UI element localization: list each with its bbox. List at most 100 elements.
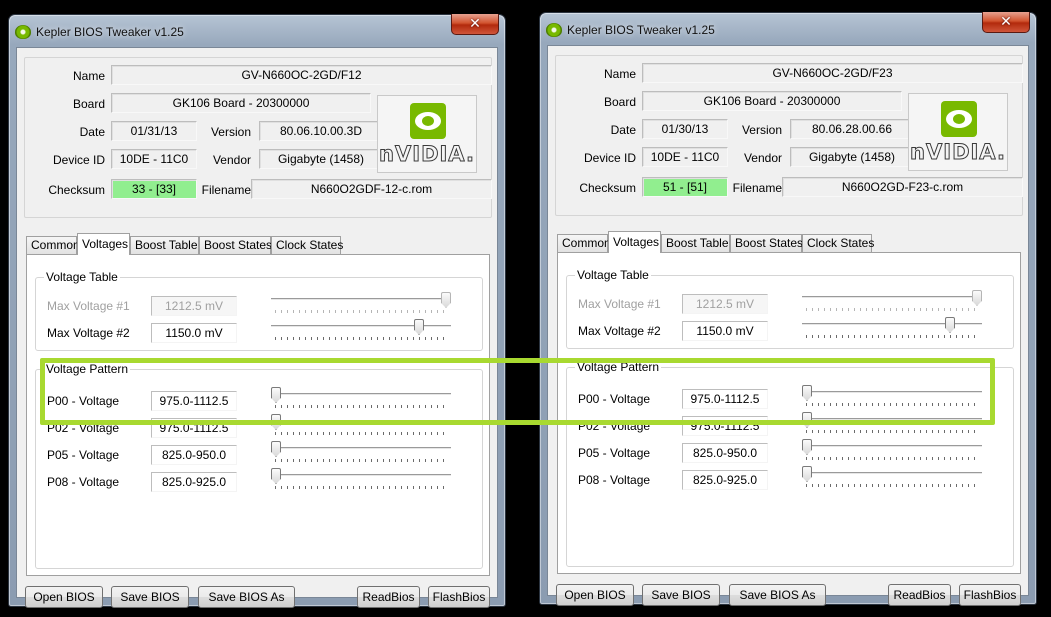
- slider-ticks: [275, 486, 447, 489]
- bios-window-f23: Kepler BIOS Tweaker v1.25 ✕ Name GV-N660…: [539, 12, 1037, 606]
- version-field[interactable]: 80.06.28.00.66: [790, 119, 914, 139]
- read-bios-button[interactable]: ReadBios: [357, 586, 420, 608]
- flash-bios-button[interactable]: FlashBios: [959, 584, 1021, 606]
- checksum-label: Checksum: [579, 181, 636, 195]
- client-area: Name GV-N660OC-2GD/F12 Board GK106 Board…: [16, 47, 498, 608]
- device-id-field[interactable]: 10DE - 11C0: [642, 147, 728, 167]
- voltage-row-label: Max Voltage #2: [578, 324, 661, 338]
- slider-thumb[interactable]: [802, 466, 812, 482]
- voltage-slider[interactable]: [802, 385, 982, 409]
- date-field[interactable]: 01/31/13: [111, 121, 197, 141]
- voltage-value-field[interactable]: 825.0-925.0: [682, 470, 768, 490]
- voltage-value-field[interactable]: 825.0-925.0: [151, 472, 237, 492]
- voltage-row-label: Max Voltage #1: [47, 299, 130, 313]
- slider-track: [802, 296, 982, 299]
- save-bios-button[interactable]: Save BIOS: [642, 584, 720, 606]
- slider-track: [802, 445, 982, 448]
- nvidia-logo-wordmark: nVIDIA.: [910, 140, 1006, 165]
- tab-common[interactable]: Common: [26, 236, 80, 254]
- slider-thumb[interactable]: [271, 468, 281, 484]
- voltage-slider[interactable]: [271, 441, 451, 465]
- voltage-slider[interactable]: [802, 412, 982, 436]
- voltage-slider[interactable]: [271, 319, 451, 343]
- voltage-value-field[interactable]: 1150.0 mV: [682, 321, 768, 341]
- voltage-row-label: P02 - Voltage: [47, 421, 120, 435]
- slider-thumb[interactable]: [945, 317, 955, 333]
- title-bar[interactable]: Kepler BIOS Tweaker v1.25 ✕: [9, 14, 505, 47]
- slider-track: [271, 393, 451, 396]
- voltage-slider[interactable]: [271, 414, 451, 438]
- device-id-field[interactable]: 10DE - 11C0: [111, 149, 197, 169]
- slider-ticks: [806, 484, 978, 487]
- slider-track: [271, 298, 451, 301]
- tab-boost-states[interactable]: Boost States: [199, 236, 272, 254]
- slider-thumb[interactable]: [802, 385, 812, 401]
- slider-thumb[interactable]: [271, 387, 281, 403]
- tab-boost-table[interactable]: Boost Table: [661, 234, 730, 252]
- save-bios-as-button[interactable]: Save BIOS As: [198, 586, 295, 608]
- tab-common[interactable]: Common: [557, 234, 611, 252]
- name-field[interactable]: GV-N660OC-2GD/F23: [642, 63, 1023, 83]
- voltage-value-field[interactable]: 1150.0 mV: [151, 323, 237, 343]
- bios-info-panel: Name GV-N660OC-2GD/F12 Board GK106 Board…: [24, 57, 492, 218]
- voltage-slider[interactable]: [271, 468, 451, 492]
- voltage-value-field[interactable]: 825.0-950.0: [682, 443, 768, 463]
- voltage-slider[interactable]: [802, 466, 982, 490]
- tab-clock-states[interactable]: Clock States: [271, 236, 343, 254]
- voltage-value-field[interactable]: 1212.5 mV: [151, 296, 237, 316]
- slider-ticks: [275, 405, 447, 408]
- voltage-slider[interactable]: [802, 439, 982, 463]
- close-button[interactable]: ✕: [982, 12, 1030, 33]
- open-bios-button[interactable]: Open BIOS: [556, 584, 634, 606]
- voltage-value-field[interactable]: 1212.5 mV: [682, 294, 768, 314]
- voltage-value-field[interactable]: 975.0-1112.5: [682, 389, 768, 409]
- slider-thumb[interactable]: [414, 319, 424, 335]
- voltage-slider: [271, 292, 451, 316]
- close-button[interactable]: ✕: [451, 14, 499, 35]
- tab-voltages[interactable]: Voltages: [77, 233, 130, 255]
- checksum-field[interactable]: 33 - [33]: [111, 179, 197, 199]
- save-bios-as-button[interactable]: Save BIOS As: [729, 584, 826, 606]
- voltage-value-field[interactable]: 975.0-1112.5: [682, 416, 768, 436]
- filename-label: Filename: [732, 181, 782, 195]
- title-bar[interactable]: Kepler BIOS Tweaker v1.25 ✕: [540, 12, 1036, 45]
- save-bios-button[interactable]: Save BIOS: [111, 586, 189, 608]
- voltage-value-field[interactable]: 825.0-950.0: [151, 445, 237, 465]
- slider-thumb: [441, 292, 451, 308]
- flash-bios-button[interactable]: FlashBios: [428, 586, 490, 608]
- voltage-slider[interactable]: [271, 387, 451, 411]
- vendor-field[interactable]: Gigabyte (1458): [259, 149, 383, 169]
- slider-track: [271, 325, 451, 328]
- voltage-value-field[interactable]: 975.0-1112.5: [151, 391, 237, 411]
- close-icon: ✕: [1000, 13, 1012, 29]
- date-field[interactable]: 01/30/13: [642, 119, 728, 139]
- voltage-value-field[interactable]: 975.0-1112.5: [151, 418, 237, 438]
- voltage-slider[interactable]: [802, 317, 982, 341]
- filename-field[interactable]: N660O2GD-F23-c.rom: [782, 177, 1023, 197]
- checksum-field[interactable]: 51 - [51]: [642, 177, 728, 197]
- bios-info-panel: Name GV-N660OC-2GD/F23 Board GK106 Board…: [555, 55, 1023, 216]
- slider-ticks: [806, 403, 978, 406]
- voltage-table-title: Voltage Table: [44, 270, 120, 284]
- board-field[interactable]: GK106 Board - 20300000: [642, 91, 902, 111]
- slider-thumb[interactable]: [802, 412, 812, 428]
- slider-track: [802, 323, 982, 326]
- tab-boost-states[interactable]: Boost States: [730, 234, 803, 252]
- name-field[interactable]: GV-N660OC-2GD/F12: [111, 65, 492, 85]
- slider-thumb[interactable]: [802, 439, 812, 455]
- vendor-field[interactable]: Gigabyte (1458): [790, 147, 914, 167]
- tab-voltages[interactable]: Voltages: [608, 231, 661, 253]
- tab-clock-states[interactable]: Clock States: [802, 234, 874, 252]
- voltage-row-label: P00 - Voltage: [578, 392, 651, 406]
- date-label: Date: [79, 125, 105, 139]
- slider-thumb[interactable]: [271, 414, 281, 430]
- read-bios-button[interactable]: ReadBios: [888, 584, 951, 606]
- filename-field[interactable]: N660O2GDF-12-c.rom: [251, 179, 492, 199]
- voltage-pattern-title: Voltage Pattern: [575, 360, 662, 374]
- version-field[interactable]: 80.06.10.00.3D: [259, 121, 383, 141]
- tab-boost-table[interactable]: Boost Table: [130, 236, 199, 254]
- open-bios-button[interactable]: Open BIOS: [25, 586, 103, 608]
- board-field[interactable]: GK106 Board - 20300000: [111, 93, 371, 113]
- slider-thumb[interactable]: [271, 441, 281, 457]
- slider-track: [802, 391, 982, 394]
